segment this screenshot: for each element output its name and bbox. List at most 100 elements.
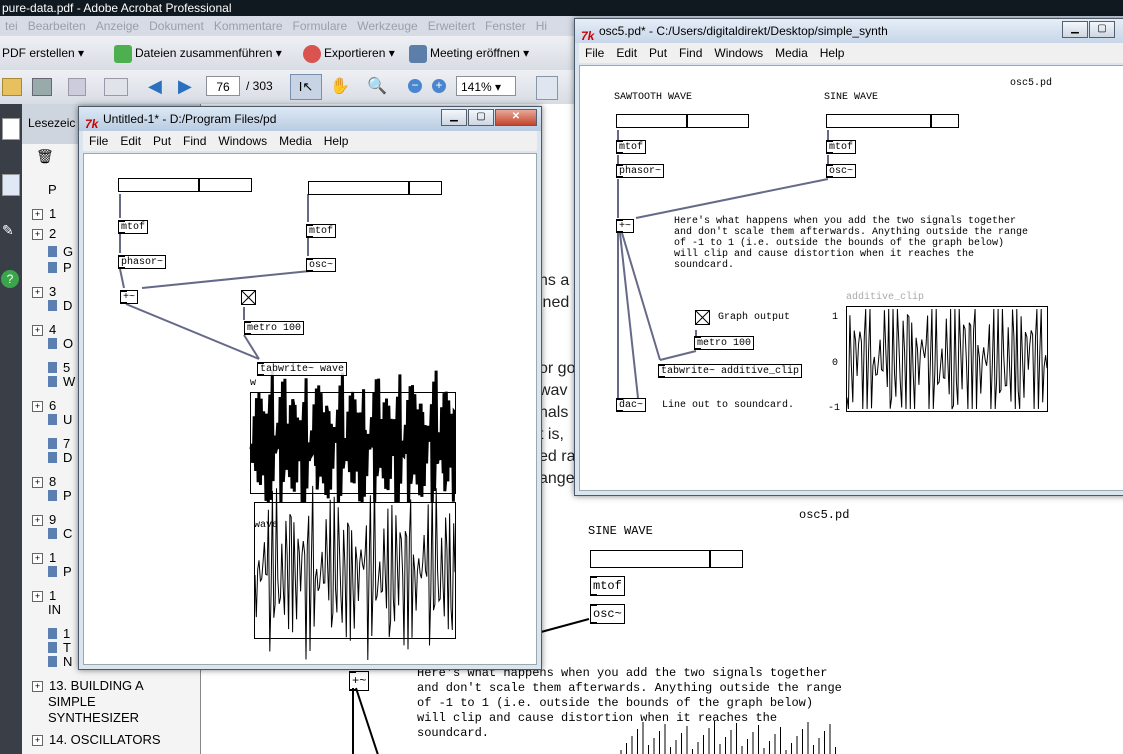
metro-object[interactable]: metro 100 bbox=[244, 321, 305, 335]
additive-clip-graph[interactable] bbox=[846, 306, 1048, 412]
menu-item-windows[interactable]: Windows bbox=[714, 46, 763, 60]
bookmark-item[interactable]: +1 bbox=[32, 206, 56, 222]
patch-canvas[interactable]: osc5.pd SAWTOOTH WAVE SINE WAVE mtof mto… bbox=[579, 65, 1123, 491]
bookmark-item[interactable]: P bbox=[48, 260, 72, 276]
pdf-erstellen-button[interactable]: PDF erstellen ▾ bbox=[2, 44, 84, 62]
bookmark-item[interactable]: C bbox=[48, 526, 72, 542]
help-icon[interactable]: ? bbox=[1, 270, 19, 288]
menu-item-put[interactable]: Put bbox=[153, 134, 171, 148]
menu-item-help[interactable]: Help bbox=[820, 46, 845, 60]
expand-icon[interactable]: + bbox=[32, 287, 43, 298]
expand-icon[interactable]: + bbox=[32, 477, 43, 488]
menu-item-media[interactable]: Media bbox=[775, 46, 808, 60]
email-icon[interactable] bbox=[104, 78, 128, 96]
phasor-object[interactable]: phasor~ bbox=[118, 255, 167, 269]
plus-object[interactable]: +~ bbox=[616, 219, 635, 233]
wave-graph-lower[interactable] bbox=[254, 479, 456, 661]
close-button[interactable]: ✕ bbox=[495, 109, 537, 126]
expand-icon[interactable]: + bbox=[32, 515, 43, 526]
bookmark-item[interactable]: +14. OSCILLATORS bbox=[32, 732, 161, 748]
bookmark-item[interactable]: O bbox=[48, 336, 73, 352]
osc-object[interactable]: osc~ bbox=[306, 258, 337, 272]
bookmark-item[interactable]: P bbox=[48, 488, 72, 504]
mtof-object-2[interactable]: mtof bbox=[826, 140, 857, 154]
fit-page-icon[interactable] bbox=[536, 76, 558, 100]
pages-panel-icon[interactable] bbox=[2, 118, 20, 140]
expand-icon[interactable]: + bbox=[32, 681, 43, 692]
acrobat-menu-item[interactable]: Dokument bbox=[149, 19, 204, 33]
graph-output-toggle[interactable] bbox=[695, 310, 710, 325]
menu-item-file[interactable]: File bbox=[585, 46, 604, 60]
expand-icon[interactable]: + bbox=[32, 229, 43, 240]
open-folder-icon[interactable] bbox=[2, 78, 22, 96]
maximize-button[interactable]: ▢ bbox=[1089, 21, 1115, 38]
exportieren-button[interactable]: Exportieren ▾ bbox=[303, 44, 395, 63]
tabwrite-object[interactable]: tabwrite~ wave bbox=[257, 362, 348, 376]
delete-bookmark-icon[interactable]: 🗑 bbox=[36, 148, 54, 165]
menu-item-find[interactable]: Find bbox=[183, 134, 206, 148]
phasor-object[interactable]: phasor~ bbox=[616, 164, 665, 178]
acrobat-menu-item[interactable]: Kommentare bbox=[214, 19, 283, 33]
bookmark-item[interactable]: U bbox=[48, 412, 72, 428]
bookmarks-panel-icon[interactable] bbox=[2, 174, 20, 196]
bookmark-item[interactable]: SIMPLE bbox=[48, 694, 96, 710]
expand-icon[interactable]: + bbox=[32, 325, 43, 336]
bookmark-item[interactable]: N bbox=[48, 654, 72, 670]
sawtooth-pitch-slider[interactable] bbox=[616, 114, 749, 128]
zoom-level-select[interactable]: 141% ▾ bbox=[456, 76, 516, 96]
bookmark-item[interactable]: D bbox=[48, 450, 72, 466]
minimize-button[interactable]: ▁ bbox=[1062, 21, 1088, 38]
next-page-icon[interactable]: ▶ bbox=[178, 77, 192, 95]
expand-icon[interactable]: + bbox=[32, 735, 43, 746]
menu-item-file[interactable]: File bbox=[89, 134, 108, 148]
previous-page-icon[interactable]: ◀ bbox=[148, 77, 162, 95]
menu-item-put[interactable]: Put bbox=[649, 46, 667, 60]
bookmark-item[interactable]: G bbox=[48, 244, 73, 260]
menu-item-windows[interactable]: Windows bbox=[218, 134, 267, 148]
bookmark-item[interactable]: SYNTHESIZER bbox=[48, 710, 139, 726]
acrobat-menu-item[interactable]: Bearbeiten bbox=[28, 19, 86, 33]
dac-object[interactable]: dac~ bbox=[616, 398, 647, 412]
pitch-slider-left[interactable] bbox=[118, 178, 252, 192]
menu-item-media[interactable]: Media bbox=[279, 134, 312, 148]
acrobat-menu-item[interactable]: Werkzeuge bbox=[357, 19, 417, 33]
dateien-zusammenfuehren-button[interactable]: Dateien zusammenführen ▾ bbox=[114, 44, 282, 63]
expand-icon[interactable]: + bbox=[32, 591, 43, 602]
menu-item-find[interactable]: Find bbox=[679, 46, 702, 60]
expand-icon[interactable]: + bbox=[32, 209, 43, 220]
bookmark-item[interactable]: +2 bbox=[32, 226, 56, 242]
wave-graph-upper[interactable] bbox=[249, 370, 457, 514]
page-number-input[interactable]: 76 bbox=[206, 76, 240, 96]
patch-canvas[interactable]: mtof mtof phasor~ osc~ +~ metro 100 w ta… bbox=[83, 153, 537, 665]
meeting-button[interactable]: Meeting eröffnen ▾ bbox=[409, 44, 529, 63]
hand-tool-icon[interactable]: ✋ bbox=[330, 76, 350, 96]
bookmark-item[interactable]: IN bbox=[48, 602, 61, 618]
mtof-object-2[interactable]: mtof bbox=[306, 224, 337, 238]
acrobat-menu-item[interactable]: Hi bbox=[536, 19, 547, 33]
zoom-out-icon[interactable]: − bbox=[408, 79, 422, 93]
osc-object[interactable]: osc~ bbox=[826, 164, 857, 178]
mtof-object[interactable]: mtof bbox=[118, 220, 149, 234]
acrobat-menu-item[interactable]: Fenster bbox=[485, 19, 526, 33]
menu-item-edit[interactable]: Edit bbox=[616, 46, 637, 60]
bookmark-item[interactable]: D bbox=[48, 298, 72, 314]
mtof-object[interactable]: mtof bbox=[616, 140, 647, 154]
toggle-box[interactable] bbox=[241, 290, 256, 305]
maximize-button[interactable]: ▢ bbox=[468, 109, 494, 126]
sine-pitch-slider[interactable] bbox=[826, 114, 959, 128]
bookmark-item[interactable]: +13. BUILDING A bbox=[32, 678, 144, 694]
zoom-in-icon[interactable]: + bbox=[432, 79, 446, 93]
pitch-slider-right[interactable] bbox=[308, 181, 442, 195]
bookmark-item[interactable]: P bbox=[48, 182, 57, 198]
acrobat-menu-item[interactable]: tei bbox=[5, 19, 18, 33]
tabwrite-object[interactable]: tabwrite~ additive_clip bbox=[658, 364, 803, 378]
menu-item-help[interactable]: Help bbox=[324, 134, 349, 148]
bookmark-item[interactable]: W bbox=[48, 374, 75, 390]
signatures-panel-icon[interactable]: ✎ bbox=[2, 222, 18, 238]
menu-item-edit[interactable]: Edit bbox=[120, 134, 141, 148]
zoom-tool-icon[interactable]: 🔍 bbox=[367, 76, 387, 96]
save-icon[interactable] bbox=[68, 78, 86, 96]
acrobat-menu-item[interactable]: Formulare bbox=[293, 19, 348, 33]
metro-object[interactable]: metro 100 bbox=[694, 336, 755, 350]
bookmark-item[interactable]: P bbox=[48, 564, 72, 580]
